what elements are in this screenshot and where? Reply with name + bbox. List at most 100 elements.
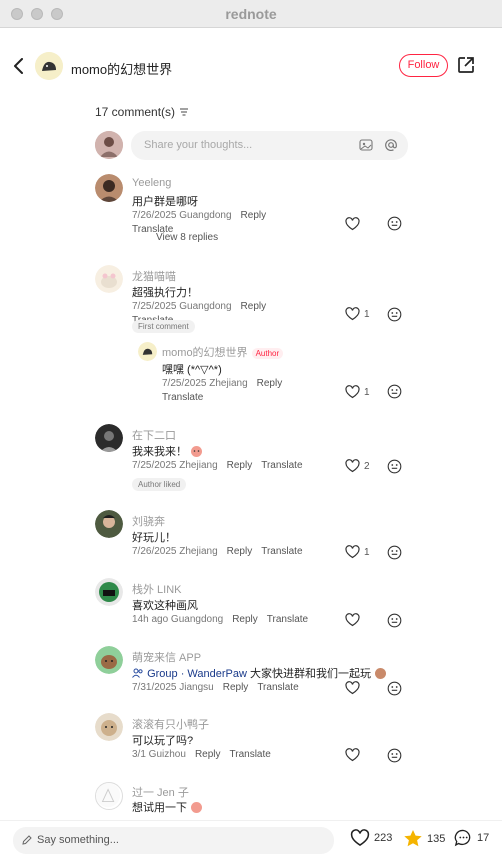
like-button[interactable]: 1 xyxy=(345,385,370,399)
view-replies-link[interactable]: View 8 replies xyxy=(156,232,218,243)
emoji-react-icon[interactable] xyxy=(387,545,402,560)
commenter-name[interactable]: 刘骁奔 xyxy=(132,513,165,529)
like-count: 1 xyxy=(364,546,370,558)
first-comment-badge: First comment xyxy=(132,320,195,333)
commenter-name[interactable]: 在下二口 xyxy=(132,427,176,443)
reply-text: 嘿嘿 (*^▽^*) xyxy=(162,364,222,376)
like-button[interactable]: 2 xyxy=(345,459,370,473)
reply-button[interactable]: Reply xyxy=(241,210,267,221)
reply-button[interactable]: Reply xyxy=(241,301,267,312)
comment-text-content: 大家快进群和我们一起玩 xyxy=(249,668,371,680)
like-button[interactable]: 1 xyxy=(345,545,370,559)
say-something-input[interactable]: Say something... xyxy=(13,827,334,854)
comment-text: Group · WanderPaw 大家快进群和我们一起玩 xyxy=(132,665,387,681)
reply-button[interactable]: Reply xyxy=(223,682,249,693)
share-thoughts-input[interactable]: Share your thoughts... xyxy=(131,131,408,160)
reply-author-avatar[interactable] xyxy=(138,342,157,361)
commenter-avatar[interactable] xyxy=(95,713,123,741)
commenter-avatar[interactable] xyxy=(95,174,123,202)
commenter-avatar[interactable] xyxy=(95,265,123,293)
comment-date: 7/25/2025 Guangdong xyxy=(132,301,232,312)
translate-button[interactable]: Translate xyxy=(267,614,308,625)
emoji-react-icon[interactable] xyxy=(387,681,402,696)
commenter-name[interactable]: 龙猫喵喵 xyxy=(132,268,176,284)
comment-text: 好玩儿！ xyxy=(132,532,176,544)
reply-meta: 7/25/2025 Zhejiang Reply xyxy=(162,378,282,389)
comment-meta: 7/26/2025 Zhejiang Reply Translate xyxy=(132,546,303,557)
reply-button[interactable]: Reply xyxy=(232,614,258,625)
translate-button[interactable]: Translate xyxy=(162,392,203,403)
comment-item: 在下二口 我来我来！ 7/25/2025 Zhejiang Reply Transl… xyxy=(95,424,415,494)
commenter-name[interactable]: 栈外 LINK xyxy=(132,581,182,597)
post-comment-button[interactable]: 17 xyxy=(454,829,489,847)
commenter-avatar[interactable] xyxy=(95,578,123,606)
window-titlebar: rednote xyxy=(0,0,502,28)
emoji-react-icon[interactable] xyxy=(387,216,402,231)
say-something-placeholder: Say something... xyxy=(37,834,119,846)
heart-icon xyxy=(345,385,360,399)
translate-button[interactable]: Translate xyxy=(230,749,271,760)
reply-button[interactable]: Reply xyxy=(257,378,283,389)
emoji-react-icon[interactable] xyxy=(387,459,402,474)
reply-button[interactable]: Reply xyxy=(227,460,253,471)
emoji-react-icon[interactable] xyxy=(387,613,402,628)
commenter-avatar[interactable] xyxy=(95,646,123,674)
comment-date: 14h ago Guangdong xyxy=(132,614,224,625)
translate-button[interactable]: Translate xyxy=(261,546,302,557)
translate-button[interactable]: Translate xyxy=(261,460,302,471)
like-button[interactable] xyxy=(345,681,360,695)
author-name[interactable]: momo的幻想世界 xyxy=(71,59,172,78)
heart-icon xyxy=(345,545,360,559)
share-thoughts-placeholder: Share your thoughts... xyxy=(144,139,253,151)
share-icon[interactable] xyxy=(457,56,475,74)
comment-meta: 3/1 Guizhou Reply Translate xyxy=(132,749,271,760)
back-arrow-icon[interactable] xyxy=(12,58,26,74)
comment-item: Yeeleng 用户群是哪呀 7/26/2025 Guangdong Reply … xyxy=(95,174,415,254)
reply-button[interactable]: Reply xyxy=(195,749,221,760)
heart-icon xyxy=(345,681,360,695)
comment-count[interactable]: 17 comment(s) xyxy=(95,105,189,119)
comment-date: 3/1 Guizhou xyxy=(132,749,186,760)
author-tag: Author xyxy=(251,348,284,359)
bottom-action-bar: Say something... 223 135 17 xyxy=(0,820,502,859)
post-like-button[interactable]: 223 xyxy=(350,829,392,847)
comment-item: 滚滚有只小鸭子 可以玩了吗? 3/1 Guizhou Reply Translate xyxy=(95,713,415,768)
translate-button[interactable]: Translate xyxy=(257,682,298,693)
heart-icon xyxy=(345,459,360,473)
commenter-name[interactable]: 萌宠来信 APP xyxy=(132,649,201,665)
like-count: 1 xyxy=(364,386,370,398)
sticker-emoji-icon xyxy=(191,446,203,457)
emoji-react-icon[interactable] xyxy=(387,748,402,763)
like-button[interactable] xyxy=(345,217,360,231)
mention-icon[interactable] xyxy=(384,138,398,152)
post-collect-count: 135 xyxy=(427,832,446,845)
like-button[interactable] xyxy=(345,748,360,762)
follow-button[interactable]: Follow xyxy=(399,54,448,77)
sort-icon[interactable] xyxy=(179,108,189,116)
commenter-name[interactable]: 滚滚有只小鸭子 xyxy=(132,716,209,732)
like-button[interactable] xyxy=(345,613,360,627)
emoji-react-icon[interactable] xyxy=(387,384,402,399)
comment-text: 可以玩了吗? xyxy=(132,735,194,747)
commenter-name[interactable]: 过一 Jen 子 xyxy=(132,784,189,800)
author-avatar[interactable] xyxy=(35,52,63,80)
like-count: 1 xyxy=(364,308,370,320)
post-collect-button[interactable]: 135 xyxy=(403,829,445,848)
sticker-emoji-icon xyxy=(375,668,387,679)
star-icon xyxy=(404,830,422,847)
comment-text-content: 我来我来！ xyxy=(132,446,187,458)
group-link[interactable]: Group · WanderPaw xyxy=(147,668,247,680)
emoji-react-icon[interactable] xyxy=(387,307,402,322)
reply-author-name[interactable]: momo的幻想世界 Author xyxy=(162,344,284,360)
comment-item: 栈外 LINK 喜欢这种画风 14h ago Guangdong Reply Tra… xyxy=(95,578,415,633)
comment-meta: 7/31/2025 Jiangsu Reply Translate xyxy=(132,682,299,693)
comment-text: 我来我来！ xyxy=(132,443,203,459)
commenter-avatar[interactable] xyxy=(95,510,123,538)
image-icon[interactable] xyxy=(359,138,373,152)
author-liked-badge: Author liked xyxy=(132,478,187,491)
commenter-name[interactable]: Yeeleng xyxy=(132,177,171,189)
commenter-avatar[interactable] xyxy=(95,782,123,810)
commenter-avatar[interactable] xyxy=(95,424,123,452)
reply-button[interactable]: Reply xyxy=(227,546,253,557)
like-button[interactable]: 1 xyxy=(345,307,370,321)
